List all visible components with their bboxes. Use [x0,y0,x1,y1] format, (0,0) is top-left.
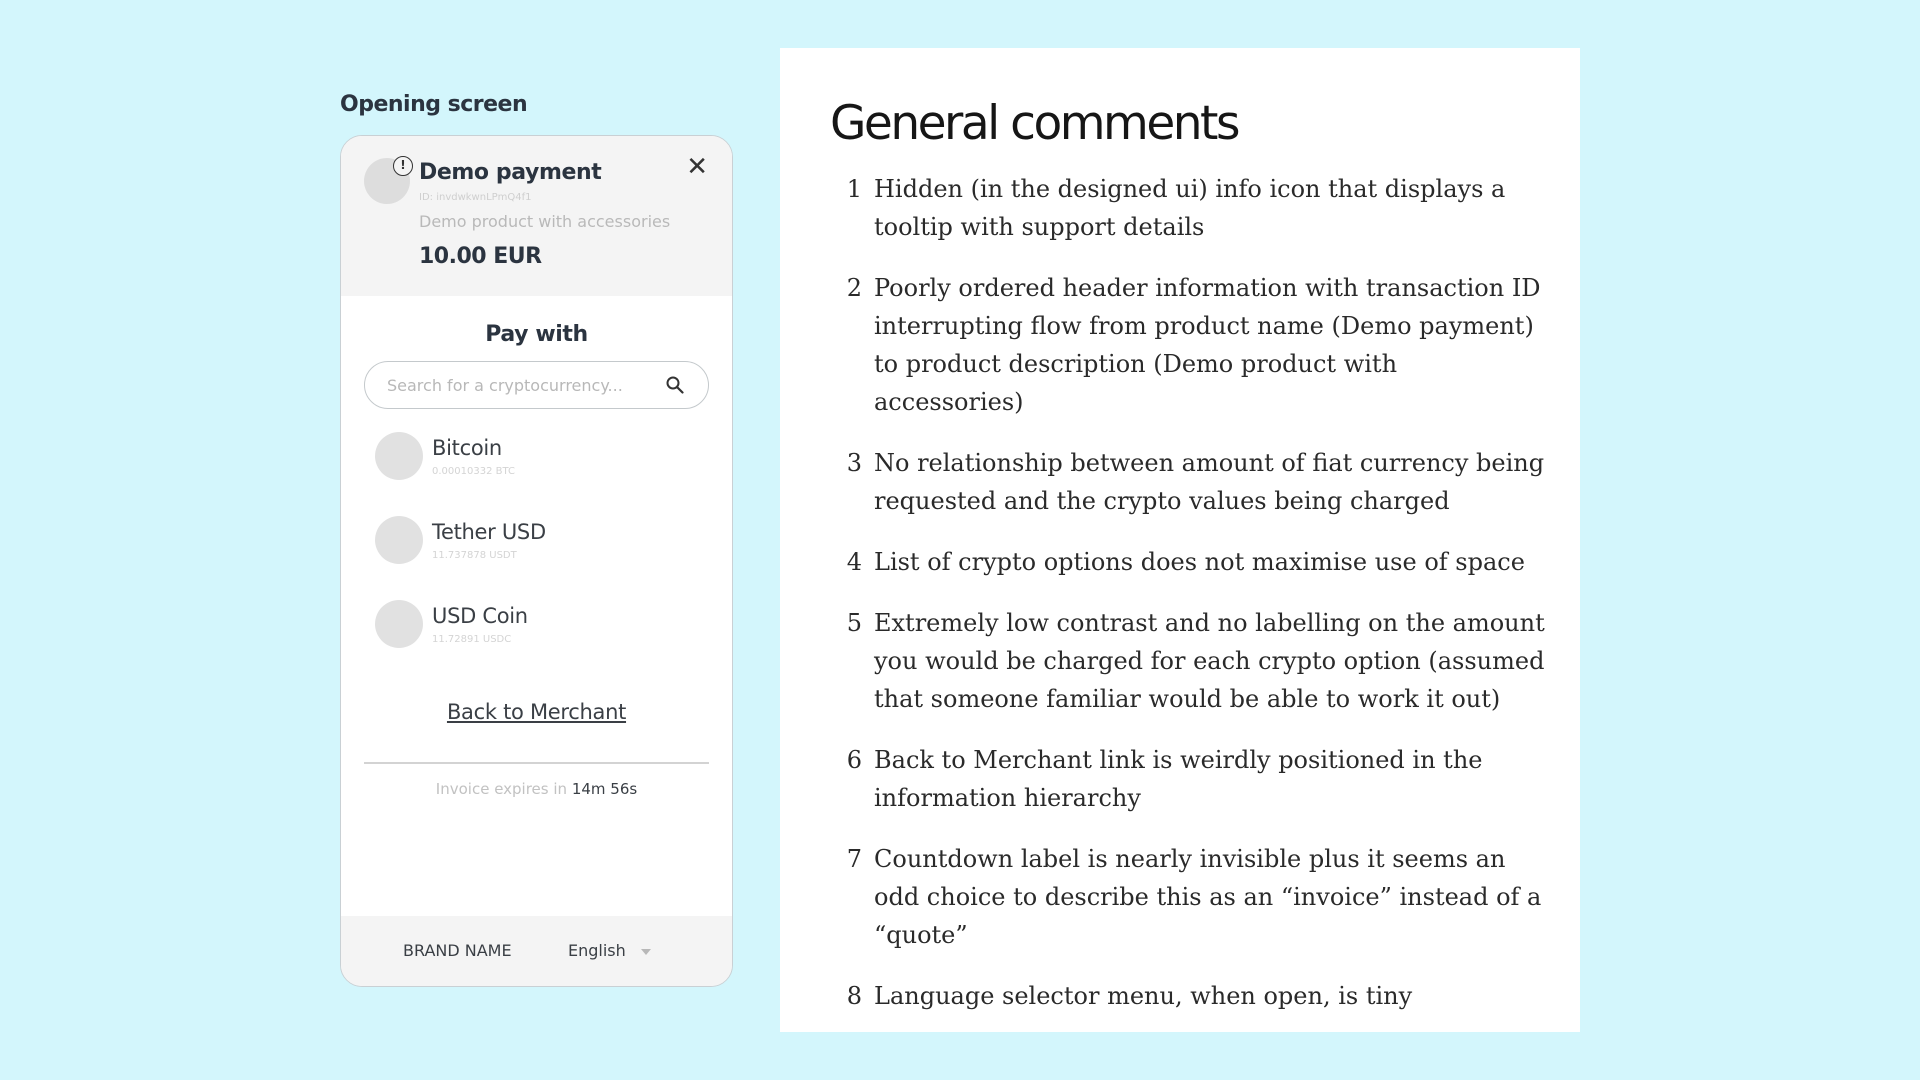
comment-text: Language selector menu, when open, is ti… [874,982,1413,1010]
comment-number: 8 [846,982,862,1010]
payment-amount: 10.00 EUR [419,244,542,269]
back-to-merchant-link[interactable]: Back to Merchant [447,700,626,724]
countdown-value: 14m 56s [571,780,638,798]
comment-item: 8 Language selector menu, when open, is … [832,977,1552,1015]
comment-text: Countdown label is nearly invisible plus… [874,845,1542,949]
crypto-option-amount: 0.00010332 BTC [432,466,515,477]
comment-number: 1 [846,175,862,203]
comment-number: 6 [846,746,862,774]
crypto-option-name: Tether USD [432,520,546,544]
comment-item: 6 Back to Merchant link is weirdly posit… [832,741,1552,817]
invoice-countdown: Invoice expires in 14m 56s [341,780,732,798]
product-description: Demo product with accessories [419,212,671,231]
comment-number: 3 [846,449,862,477]
comment-item: 5 Extremely low contrast and no labellin… [832,604,1552,718]
close-icon[interactable]: ✕ [686,154,708,180]
divider [364,762,709,764]
comment-item: 1 Hidden (in the designed ui) info icon … [832,170,1552,246]
payment-header: ! Demo payment ID: invdwkwnLPmQ4f1 Demo … [341,136,732,296]
crypto-option-name: Bitcoin [432,436,502,460]
comments-panel: General comments 1 Hidden (in the design… [780,48,1580,1032]
crypto-option-list: Bitcoin 0.00010332 BTC Tether USD 11.737… [341,432,732,684]
info-icon[interactable]: ! [393,156,413,176]
pay-with-heading: Pay with [485,322,588,347]
comment-item: 4 List of crypto options does not maximi… [832,543,1552,581]
crypto-option-tether-usd[interactable]: Tether USD 11.737878 USDT [341,516,732,600]
comment-number: 7 [846,845,862,873]
payment-title: Demo payment [419,160,602,185]
comment-text: Back to Merchant link is weirdly positio… [874,746,1483,812]
comment-text: Hidden (in the designed ui) info icon th… [874,175,1506,241]
comment-number: 5 [846,609,862,637]
search-icon[interactable] [666,376,684,394]
payment-widget-mockup: ! Demo payment ID: invdwkwnLPmQ4f1 Demo … [340,135,733,987]
bitcoin-icon [375,432,423,480]
crypto-option-bitcoin[interactable]: Bitcoin 0.00010332 BTC [341,432,732,516]
brand-name: BRAND NAME [403,941,512,960]
usd-coin-icon [375,600,423,648]
language-selector[interactable]: English [568,941,626,960]
comments-list: 1 Hidden (in the designed ui) info icon … [832,170,1552,1038]
comment-number: 2 [846,274,862,302]
crypto-option-name: USD Coin [432,604,528,628]
comment-text: Poorly ordered header information with t… [874,274,1541,416]
crypto-option-amount: 11.72891 USDC [432,634,512,645]
crypto-option-amount: 11.737878 USDT [432,550,517,561]
crypto-search-input[interactable] [387,362,657,408]
comments-title: General comments [830,96,1240,151]
transaction-id: ID: invdwkwnLPmQ4f1 [419,192,532,203]
comment-text: No relationship between amount of fiat c… [874,449,1545,515]
chevron-down-icon[interactable] [641,949,651,955]
comment-item: 3 No relationship between amount of fiat… [832,444,1552,520]
opening-screen-label: Opening screen [340,92,528,117]
comment-item: 7 Countdown label is nearly invisible pl… [832,840,1552,954]
comment-item: 2 Poorly ordered header information with… [832,269,1552,421]
tether-icon [375,516,423,564]
widget-footer: BRAND NAME English [341,916,732,986]
comment-text: List of crypto options does not maximise… [874,548,1525,576]
comment-text: Extremely low contrast and no labelling … [874,609,1545,713]
crypto-option-usd-coin[interactable]: USD Coin 11.72891 USDC [341,600,732,684]
comment-number: 4 [846,548,862,576]
back-link-container: Back to Merchant [341,700,732,724]
countdown-label: Invoice expires in [435,780,572,798]
crypto-search-box [364,361,709,409]
